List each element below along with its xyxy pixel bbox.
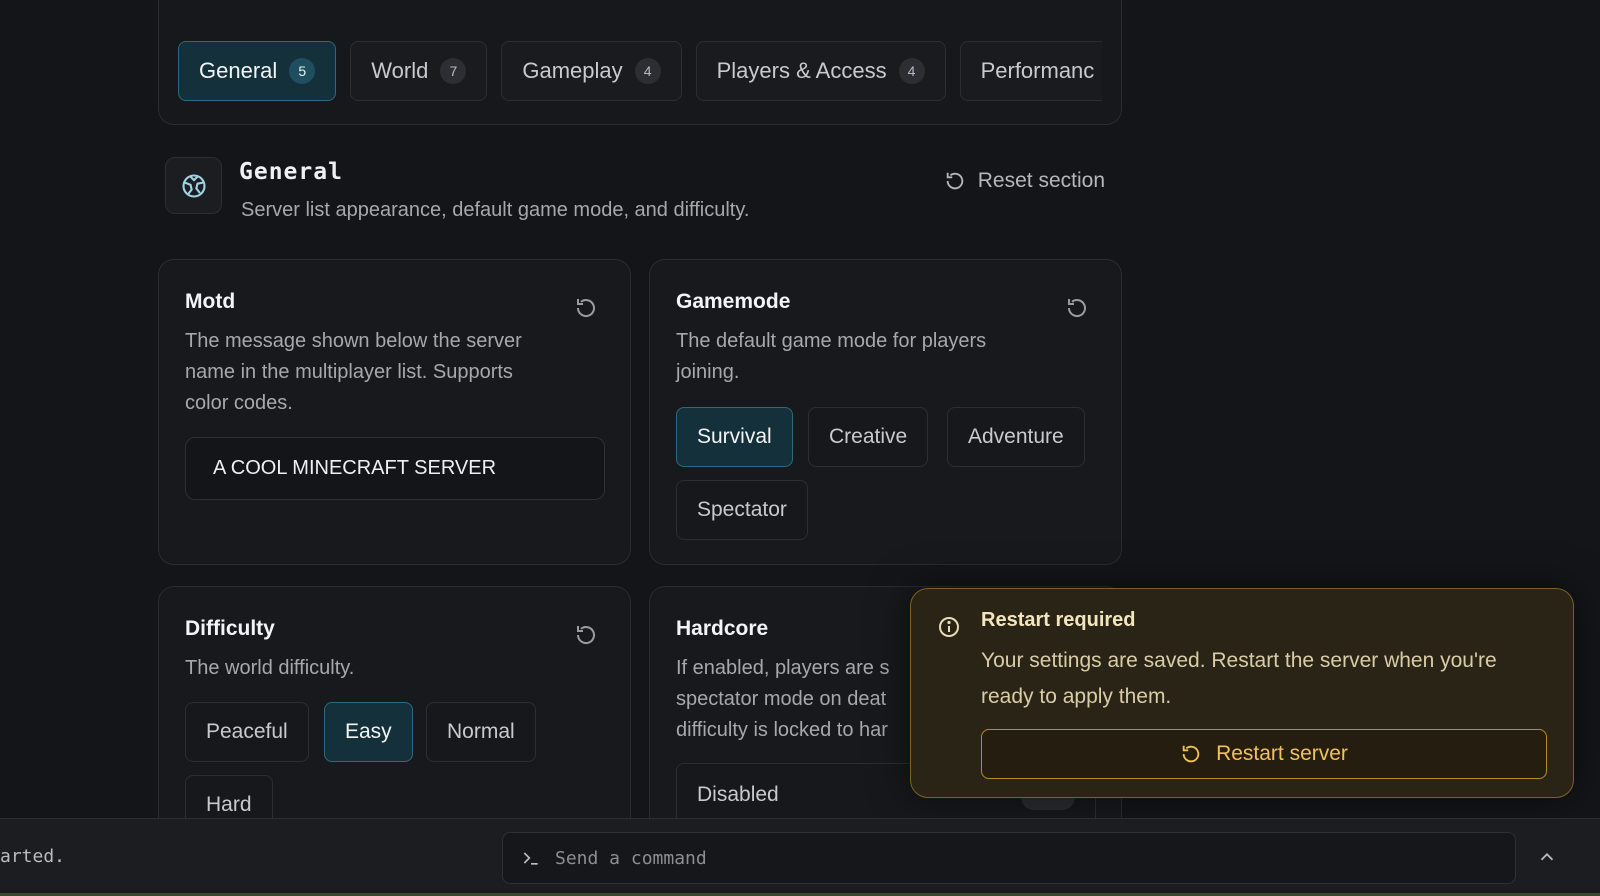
hardcore-title: Hardcore	[676, 617, 769, 640]
reset-icon[interactable]	[574, 623, 598, 647]
tab-players-access[interactable]: Players & Access 4	[695, 41, 946, 101]
restart-required-toast: Restart required Your settings are saved…	[910, 588, 1574, 798]
console-log-line: arted.	[0, 846, 66, 867]
gamemode-option-survival[interactable]: Survival	[676, 407, 793, 467]
motd-title: Motd	[185, 290, 236, 313]
motd-input[interactable]: A COOL MINECRAFT SERVER	[185, 437, 605, 500]
chevron-up-icon[interactable]	[1536, 846, 1558, 868]
tab-performance[interactable]: Performanc	[959, 41, 1102, 101]
tab-label: General	[199, 58, 278, 83]
motd-description: The message shown below the server name …	[185, 330, 522, 414]
gamemode-card: Gamemode The default game mode for playe…	[649, 259, 1122, 565]
section-description: Server list appearance, default game mod…	[241, 199, 750, 221]
category-tabs: General 5 World 7 Gameplay 4 Players & A…	[178, 41, 1102, 101]
difficulty-option-normal[interactable]: Normal	[426, 702, 536, 762]
restart-icon	[1182, 745, 1200, 763]
tab-label: World	[371, 58, 429, 83]
gamemode-description: The default game mode for players joinin…	[676, 330, 987, 383]
globe-icon	[165, 157, 222, 214]
reset-section-button[interactable]: Reset section	[944, 169, 1105, 193]
restart-server-button[interactable]: Restart server	[981, 729, 1547, 779]
tab-count-badge: 4	[898, 58, 925, 84]
reset-section-label: Reset section	[977, 169, 1105, 192]
info-icon	[939, 617, 959, 637]
reset-icon[interactable]	[574, 296, 598, 320]
console-bar: arted. Send a command	[0, 818, 1600, 896]
difficulty-option-easy[interactable]: Easy	[324, 702, 413, 762]
difficulty-description: The world difficulty.	[185, 657, 355, 679]
difficulty-card: Difficulty The world difficulty. Peacefu…	[158, 586, 631, 846]
terminal-icon	[523, 852, 538, 865]
toast-title: Restart required	[981, 609, 1136, 631]
tab-count-badge: 7	[440, 58, 467, 84]
tab-general[interactable]: General 5	[178, 41, 337, 101]
reset-icon	[946, 172, 963, 190]
command-input[interactable]: Send a command	[502, 832, 1516, 884]
section-title: General	[239, 159, 343, 185]
motd-card: Motd The message shown below the server …	[158, 259, 631, 565]
hardcore-value: Disabled	[697, 783, 779, 806]
tab-label: Players & Access	[716, 58, 887, 83]
toast-message: Your settings are saved. Restart the ser…	[981, 649, 1497, 708]
section-header: General Server list appearance, default …	[165, 157, 1105, 227]
tab-count-badge: 5	[289, 58, 316, 84]
restart-server-label: Restart server	[1216, 742, 1348, 765]
tab-count-badge: 4	[634, 58, 661, 84]
gamemode-option-spectator[interactable]: Spectator	[676, 480, 808, 540]
command-placeholder: Send a command	[555, 847, 707, 869]
gamemode-option-adventure[interactable]: Adventure	[947, 407, 1085, 467]
reset-icon[interactable]	[1065, 296, 1089, 320]
difficulty-title: Difficulty	[185, 617, 275, 640]
tab-gameplay[interactable]: Gameplay 4	[501, 41, 682, 101]
tab-label: Gameplay	[522, 58, 623, 83]
gamemode-title: Gamemode	[676, 290, 791, 313]
tab-label: Performanc	[980, 58, 1095, 83]
gamemode-option-creative[interactable]: Creative	[808, 407, 929, 467]
tab-world[interactable]: World 7	[350, 41, 488, 101]
difficulty-option-peaceful[interactable]: Peaceful	[185, 702, 309, 762]
